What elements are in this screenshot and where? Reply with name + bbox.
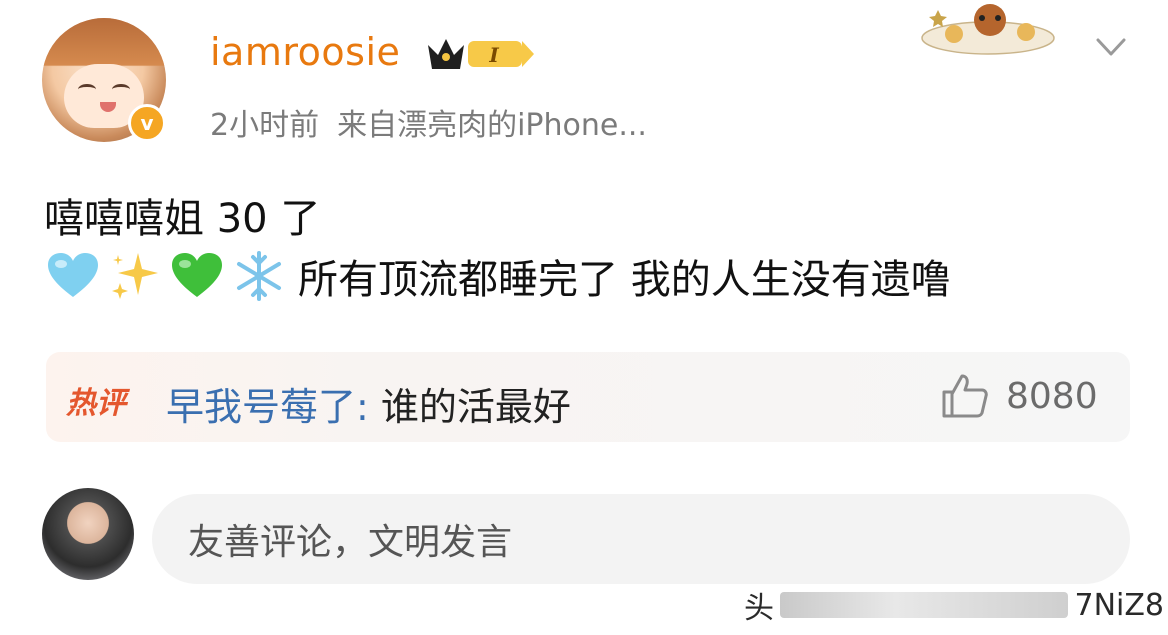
- watermark-suffix: 7NiZ8: [1074, 587, 1164, 623]
- like-count: 8080: [1006, 376, 1098, 417]
- hot-comment-badge: 热评: [66, 386, 126, 421]
- watermark-prefix: 头: [744, 591, 774, 626]
- hot-comment[interactable]: 早我号莓了: 谁的活最好: [166, 376, 571, 431]
- decorative-sticker-icon: [921, 4, 1055, 55]
- avatar-mouth: [100, 102, 116, 112]
- verified-badge-icon: v: [128, 104, 166, 142]
- vip-level-text: I: [488, 43, 499, 67]
- chevron-down-icon[interactable]: [1094, 30, 1128, 64]
- avatar-eye-left: [78, 84, 96, 95]
- green-heart-icon: [168, 248, 226, 304]
- avatar-eye-right: [112, 84, 130, 95]
- comment-input[interactable]: 友善评论，文明发言: [152, 494, 1130, 584]
- comment-input-placeholder: 友善评论，文明发言: [188, 522, 513, 563]
- hot-comment-user[interactable]: 早我号莓了: [166, 385, 356, 429]
- sparkles-icon: [106, 248, 164, 304]
- snowflake-icon: [230, 248, 288, 304]
- hot-comment-text: 谁的活最好: [380, 385, 571, 429]
- my-avatar[interactable]: [42, 488, 134, 580]
- watermark-blur: [780, 592, 1069, 618]
- post-text-line2-body: 所有顶流都睡完了 我的人生没有遗噜: [298, 257, 951, 303]
- vip-crown-badge-icon[interactable]: I: [424, 33, 536, 73]
- watermark: 头 7NiZ8: [744, 582, 1164, 628]
- post-text-line1: 嘻嘻嘻姐 30 了: [44, 196, 321, 242]
- post-meta: 2小时前 来自漂亮肉的iPhone...: [210, 100, 665, 144]
- thumbs-up-icon[interactable]: [940, 372, 990, 420]
- light-blue-heart-icon: [44, 248, 102, 304]
- post-source[interactable]: 来自漂亮肉的iPhone...: [337, 108, 647, 143]
- author-username[interactable]: iamroosie: [210, 30, 400, 74]
- hot-comment-separator: :: [356, 385, 381, 429]
- post-text-line2: 所有顶流都睡完了 我的人生没有遗噜: [44, 248, 951, 304]
- post-time: 2小时前: [210, 108, 320, 143]
